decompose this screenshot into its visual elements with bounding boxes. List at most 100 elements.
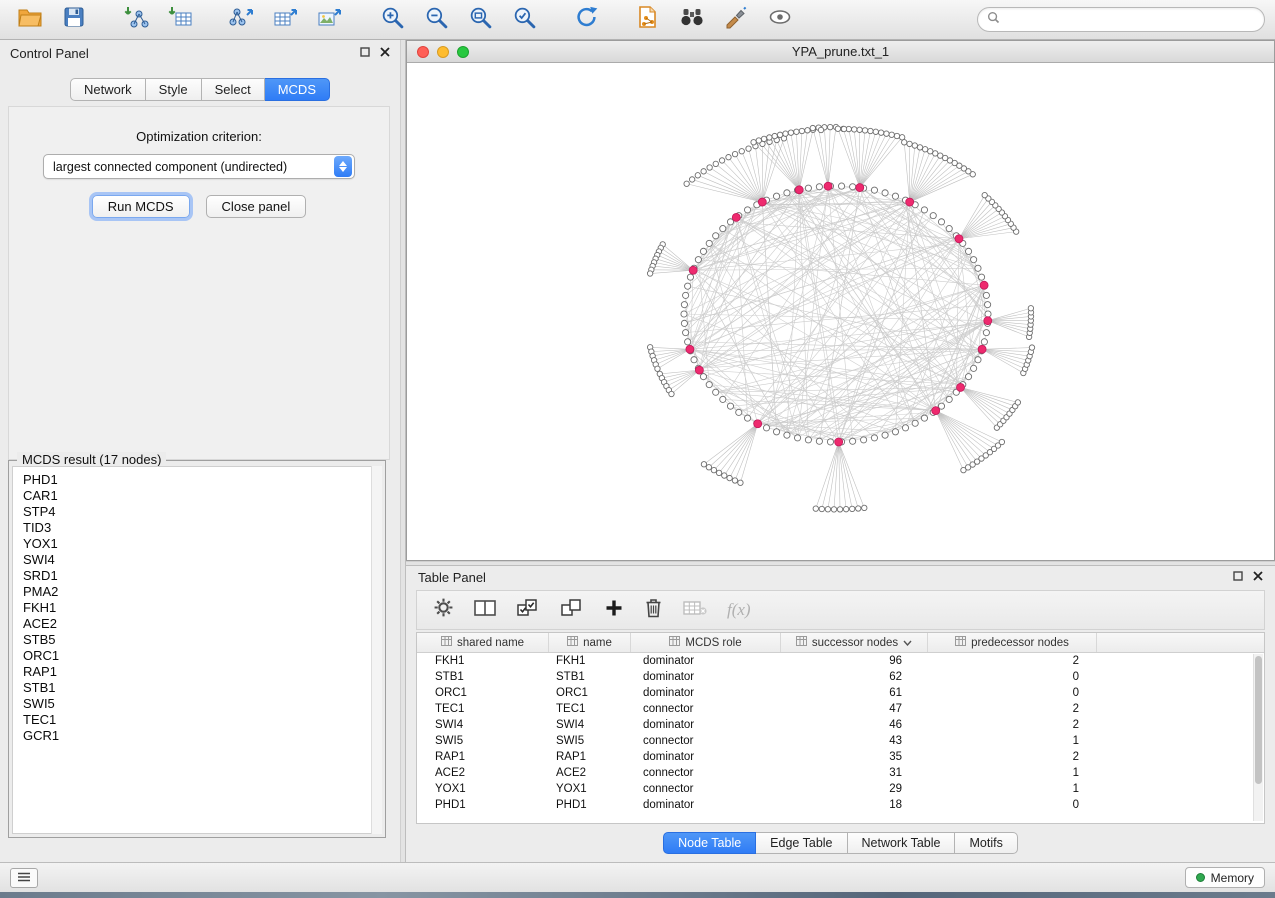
zoom-selected-button[interactable] (504, 4, 544, 36)
mcds-result-item[interactable]: STB1 (13, 680, 381, 696)
tab-mcds[interactable]: MCDS (265, 78, 330, 101)
network-graph[interactable] (407, 64, 1274, 561)
float-table-panel-icon[interactable] (1233, 568, 1243, 586)
memory-button[interactable]: Memory (1185, 867, 1265, 888)
table-row[interactable]: TEC1TEC1connector472 (417, 701, 1264, 717)
open-file-button[interactable] (10, 4, 50, 36)
zoom-in-button[interactable] (372, 4, 412, 36)
table-cell: dominator (631, 751, 781, 763)
tab-node-table[interactable]: Node Table (663, 832, 756, 854)
mcds-result-item[interactable]: GCR1 (13, 728, 381, 744)
control-panel-title: Control Panel (10, 46, 89, 61)
apply-layout-button[interactable] (566, 4, 606, 36)
mcds-result-item[interactable]: SWI4 (13, 552, 381, 568)
mcds-result-item[interactable]: STP4 (13, 504, 381, 520)
table-cell: connector (631, 735, 781, 747)
close-window-icon[interactable] (417, 46, 429, 58)
tab-style[interactable]: Style (146, 78, 202, 101)
table-cell: connector (631, 783, 781, 795)
delete-column-icon[interactable] (644, 597, 663, 623)
select-all-icon[interactable] (516, 598, 540, 623)
table-row[interactable]: SWI4SWI4dominator462 (417, 717, 1264, 733)
close-panel-button[interactable]: Close panel (206, 195, 307, 218)
graphics-details-button[interactable] (716, 4, 756, 36)
close-panel-icon[interactable] (380, 44, 390, 62)
mcds-result-item[interactable]: ACE2 (13, 616, 381, 632)
mcds-result-item[interactable]: FKH1 (13, 600, 381, 616)
mcds-result-item[interactable]: RAP1 (13, 664, 381, 680)
search-network-button[interactable] (672, 4, 712, 36)
import-network-button[interactable] (116, 4, 156, 36)
tab-network-table[interactable]: Network Table (848, 832, 956, 854)
network-window-titlebar[interactable]: YPA_prune.txt_1 (407, 41, 1274, 63)
table-row[interactable]: RAP1RAP1dominator352 (417, 749, 1264, 765)
table-row[interactable]: ACE2ACE2connector311 (417, 765, 1264, 781)
table-row[interactable]: ORC1ORC1dominator610 (417, 685, 1264, 701)
column-header-successor-nodes[interactable]: successor nodes (781, 633, 928, 652)
function-builder-label: f(x) (727, 600, 751, 620)
mcds-result-item[interactable]: STB5 (13, 632, 381, 648)
minimize-window-icon[interactable] (437, 46, 449, 58)
zoom-fit-button[interactable] (460, 4, 500, 36)
show-panels-menu-button[interactable] (10, 868, 38, 888)
export-table-icon (273, 5, 299, 34)
table-row[interactable]: PHD1PHD1dominator180 (417, 797, 1264, 813)
export-table-button[interactable] (266, 4, 306, 36)
mcds-result-item[interactable]: TID3 (13, 520, 381, 536)
save-session-button[interactable] (54, 4, 94, 36)
optimization-criterion-select[interactable]: largest connected component (undirected) (43, 154, 355, 179)
import-network-icon (123, 5, 149, 34)
mcds-result-item[interactable]: SRD1 (13, 568, 381, 584)
mcds-result-item[interactable]: TEC1 (13, 712, 381, 728)
table-cell: dominator (631, 799, 781, 811)
search-input[interactable] (1006, 13, 1255, 27)
tab-network[interactable]: Network (70, 78, 146, 101)
mcds-result-item[interactable]: ORC1 (13, 648, 381, 664)
hide-details-button[interactable] (760, 4, 800, 36)
maximize-window-icon[interactable] (457, 46, 469, 58)
mcds-result-item[interactable]: YOX1 (13, 536, 381, 552)
tab-motifs[interactable]: Motifs (955, 832, 1017, 854)
table-cell: dominator (631, 719, 781, 731)
add-column-icon[interactable] (604, 598, 624, 623)
mcds-result-list[interactable]: PHD1CAR1STP4TID3YOX1SWI4SRD1PMA2FKH1ACE2… (12, 466, 382, 834)
table-cell: 46 (781, 719, 928, 731)
import-table-button[interactable] (160, 4, 200, 36)
tab-select[interactable]: Select (202, 78, 265, 101)
main-toolbar (0, 0, 1275, 40)
column-type-icon (955, 636, 966, 649)
table-cell: 0 (928, 799, 1097, 811)
table-scrollbar[interactable] (1253, 654, 1263, 821)
table-row[interactable]: STB1STB1dominator620 (417, 669, 1264, 685)
export-network-button[interactable] (222, 4, 262, 36)
mcds-result-item[interactable]: CAR1 (13, 488, 381, 504)
table-cell: PHD1 (417, 799, 549, 811)
zoom-out-button[interactable] (416, 4, 456, 36)
network-canvas[interactable] (407, 64, 1274, 560)
table-cell: SWI4 (417, 719, 549, 731)
mcds-result-item[interactable]: SWI5 (13, 696, 381, 712)
tab-edge-table[interactable]: Edge Table (756, 832, 847, 854)
share-document-button[interactable] (628, 4, 668, 36)
float-panel-icon[interactable] (360, 44, 370, 62)
table-settings-gear-icon[interactable] (433, 597, 454, 623)
network-search-field[interactable] (977, 7, 1265, 32)
column-header-name[interactable]: name (549, 633, 631, 652)
run-mcds-button[interactable]: Run MCDS (92, 195, 190, 218)
mcds-result-item[interactable]: PMA2 (13, 584, 381, 600)
show-columns-icon[interactable] (474, 599, 496, 622)
table-row[interactable]: YOX1YOX1connector291 (417, 781, 1264, 797)
column-header-shared-name[interactable]: shared name (417, 633, 549, 652)
table-row[interactable]: FKH1FKH1dominator962 (417, 653, 1264, 669)
mcds-list-scrollbar[interactable] (371, 466, 382, 834)
column-header-mcds-role[interactable]: MCDS role (631, 633, 781, 652)
column-header-predecessor-nodes[interactable]: predecessor nodes (928, 633, 1097, 652)
import-table-icon (167, 5, 193, 34)
mcds-result-item[interactable]: PHD1 (13, 472, 381, 488)
close-table-panel-icon[interactable] (1253, 568, 1263, 586)
deselect-all-icon[interactable] (560, 598, 584, 623)
control-panel: Control Panel Network Style Select MCDS … (0, 40, 400, 862)
table-scrollbar-thumb[interactable] (1255, 656, 1262, 784)
table-row[interactable]: SWI5SWI5connector431 (417, 733, 1264, 749)
export-image-button[interactable] (310, 4, 350, 36)
